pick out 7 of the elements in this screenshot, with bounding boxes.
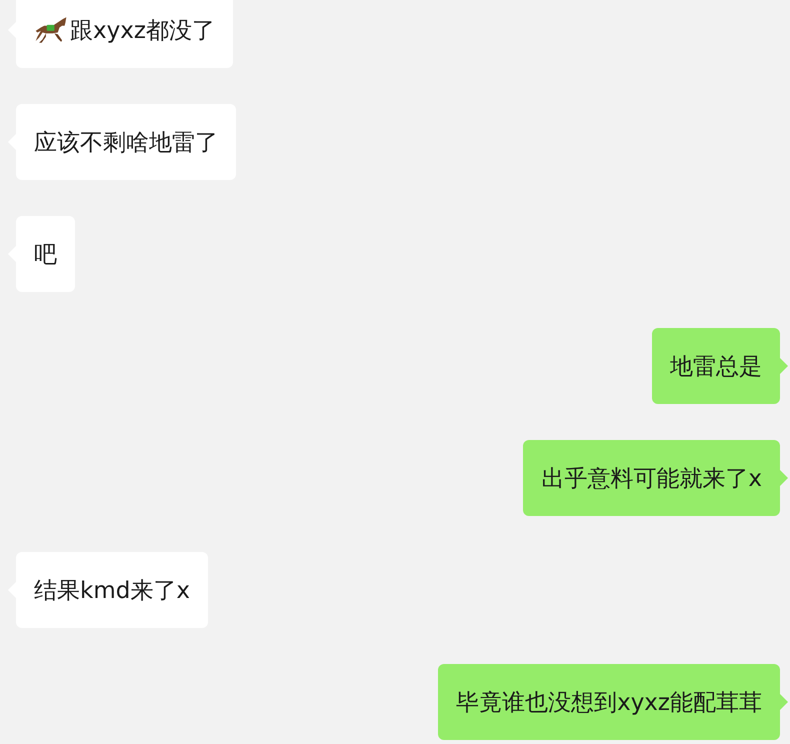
message-text: 出乎意料可能就来了x [541,464,762,494]
message-text: 地雷总是 [670,352,762,382]
message-text: 应该不剩啥地雷了 [34,128,218,158]
message-text: 结果kmd来了x [34,576,190,606]
message-text: 毕竟谁也没想到xyxz能配茸茸 [456,688,762,718]
message-text: 跟xyxz都没了 [70,16,215,46]
message-text: 吧 [34,240,57,270]
